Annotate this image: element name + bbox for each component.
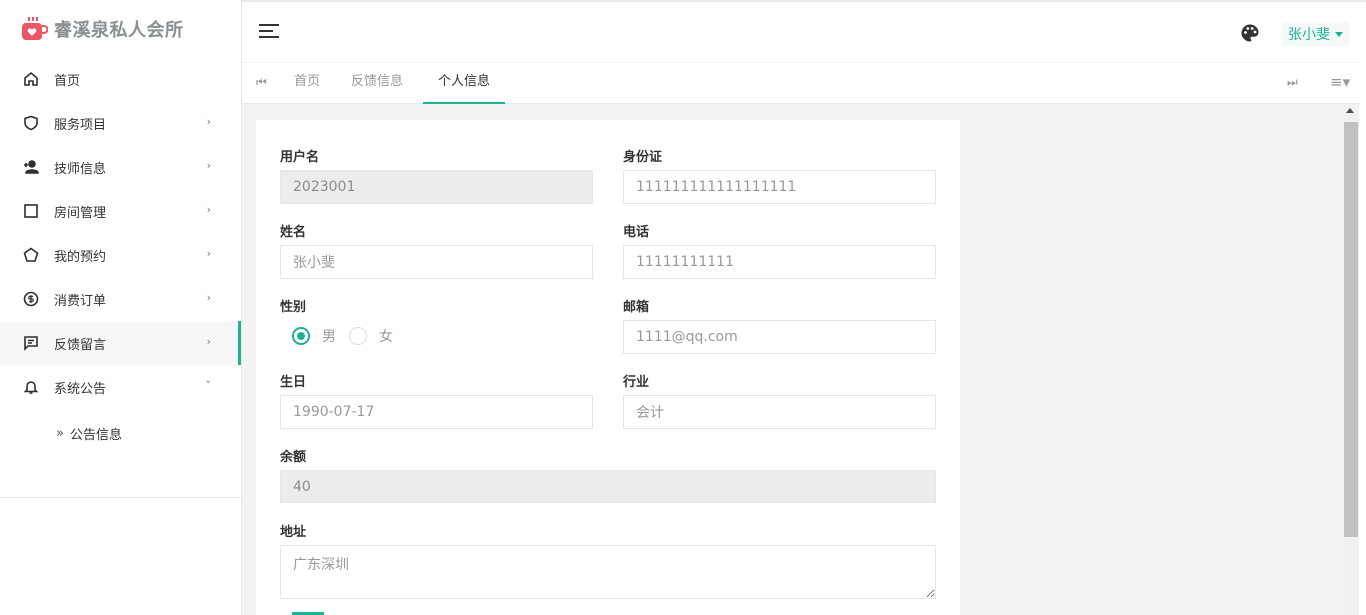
- gender-radio-female[interactable]: 女: [349, 326, 393, 346]
- tab-personal-info[interactable]: 个人信息: [423, 63, 506, 104]
- sidebar-item-label: 首页: [54, 73, 81, 89]
- palette-icon[interactable]: [1240, 23, 1260, 43]
- radio-checked-icon: [292, 327, 310, 345]
- scrollbar-thumb[interactable]: [1344, 122, 1358, 537]
- username-field: [280, 170, 593, 204]
- sidebar-item-label: 系统公告: [54, 381, 107, 397]
- sidebar-item-label: 技师信息: [54, 161, 107, 177]
- sidebar-item-label: 消费订单: [54, 293, 107, 309]
- logo[interactable]: 睿溪泉私人会所: [0, 0, 241, 57]
- industry-field[interactable]: [623, 395, 936, 429]
- phone-label: 电话: [623, 225, 650, 240]
- birthday-label: 生日: [280, 375, 307, 390]
- balance-field: [280, 470, 936, 503]
- gender-radio-male[interactable]: 男: [292, 326, 336, 346]
- personal-info-form: 用户名 身份证 姓名 电话 性别 男 女 邮箱 生日 行业 余额 地址 广东深圳: [256, 120, 960, 615]
- address-label: 地址: [280, 525, 307, 540]
- tab-home[interactable]: 首页: [279, 63, 335, 104]
- id-card-field[interactable]: [623, 170, 936, 204]
- name-field[interactable]: [280, 245, 593, 279]
- user-name: 张小斐: [1288, 27, 1330, 43]
- sidebar-menu: 首页 服务项目 › 技师信息 › 房间管理 › 我的预约 › 消费订单 › 反馈…: [0, 57, 241, 498]
- coin-icon: [22, 290, 40, 308]
- pentagon-icon: [22, 246, 40, 264]
- window-edge: [1359, 40, 1366, 615]
- chevron-right-icon: ›: [206, 247, 211, 260]
- sidebar-item-home[interactable]: 首页: [0, 57, 241, 101]
- chevron-right-icon: ›: [206, 115, 211, 128]
- chevron-right-icon: ›: [206, 335, 211, 348]
- double-chevron-right-icon: »: [56, 425, 64, 441]
- email-label: 邮箱: [623, 300, 650, 315]
- phone-field[interactable]: [623, 245, 936, 279]
- sidebar-subitem-label: 公告信息: [69, 427, 122, 443]
- sidebar-subitem-announcement-info[interactable]: » 公告信息: [0, 409, 241, 457]
- bell-icon: [22, 378, 40, 396]
- gender-label: 性别: [280, 300, 307, 315]
- top-navbar: 张小斐: [242, 0, 1366, 63]
- gender-option-label: 女: [379, 329, 393, 345]
- sidebar-item-label: 服务项目: [54, 117, 107, 133]
- chevron-right-icon: ›: [206, 291, 211, 304]
- sidebar: 睿溪泉私人会所 首页 服务项目 › 技师信息 › 房间管理 › 我的预约 › 消…: [0, 0, 242, 615]
- gender-option-label: 男: [322, 329, 336, 345]
- name-label: 姓名: [280, 225, 307, 240]
- tab-options-menu-icon[interactable]: ≡▾: [1330, 73, 1350, 91]
- sidebar-item-orders[interactable]: 消费订单 ›: [0, 277, 241, 321]
- sidebar-item-label: 房间管理: [54, 205, 107, 221]
- menu-toggle-icon[interactable]: [259, 24, 279, 40]
- scroll-up-arrow-icon[interactable]: [1346, 108, 1354, 113]
- industry-label: 行业: [623, 375, 650, 390]
- home-icon: [22, 70, 40, 88]
- id-card-label: 身份证: [623, 150, 663, 165]
- chevron-down-icon: ˅: [205, 379, 212, 392]
- tab-feedback-info[interactable]: 反馈信息: [336, 63, 418, 104]
- tab-bar: ⏮ 首页 反馈信息 个人信息 ⏭ ≡▾: [242, 63, 1366, 104]
- tab-scroll-right-icon[interactable]: ⏭: [1287, 75, 1298, 90]
- chevron-right-icon: ›: [206, 203, 211, 216]
- user-add-icon: [22, 158, 40, 176]
- sidebar-item-services[interactable]: 服务项目 ›: [0, 101, 241, 145]
- sidebar-item-announcements[interactable]: 系统公告 ˅: [0, 365, 241, 409]
- coffee-heart-icon: [22, 16, 48, 40]
- email-field[interactable]: [623, 320, 936, 354]
- address-field[interactable]: 广东深圳: [280, 545, 936, 599]
- chevron-right-icon: ›: [206, 159, 211, 172]
- brand-name: 睿溪泉私人会所: [54, 19, 184, 41]
- sidebar-item-label: 我的预约: [54, 249, 107, 265]
- sidebar-item-label: 反馈留言: [54, 337, 107, 353]
- tab-scroll-left-icon[interactable]: ⏮: [256, 75, 267, 90]
- message-icon: [22, 334, 40, 352]
- sidebar-item-technicians[interactable]: 技师信息 ›: [0, 145, 241, 189]
- birthday-field[interactable]: [280, 395, 593, 429]
- sidebar-item-appointments[interactable]: 我的预约 ›: [0, 233, 241, 277]
- square-icon: [22, 202, 40, 220]
- shield-icon: [22, 114, 40, 132]
- balance-label: 余额: [280, 450, 307, 465]
- sidebar-item-rooms[interactable]: 房间管理 ›: [0, 189, 241, 233]
- radio-unchecked-icon: [349, 327, 367, 345]
- sidebar-item-feedback[interactable]: 反馈留言 ›: [0, 321, 241, 365]
- username-label: 用户名: [280, 150, 320, 165]
- caret-down-icon: [1335, 31, 1343, 37]
- user-dropdown[interactable]: 张小斐: [1282, 22, 1349, 46]
